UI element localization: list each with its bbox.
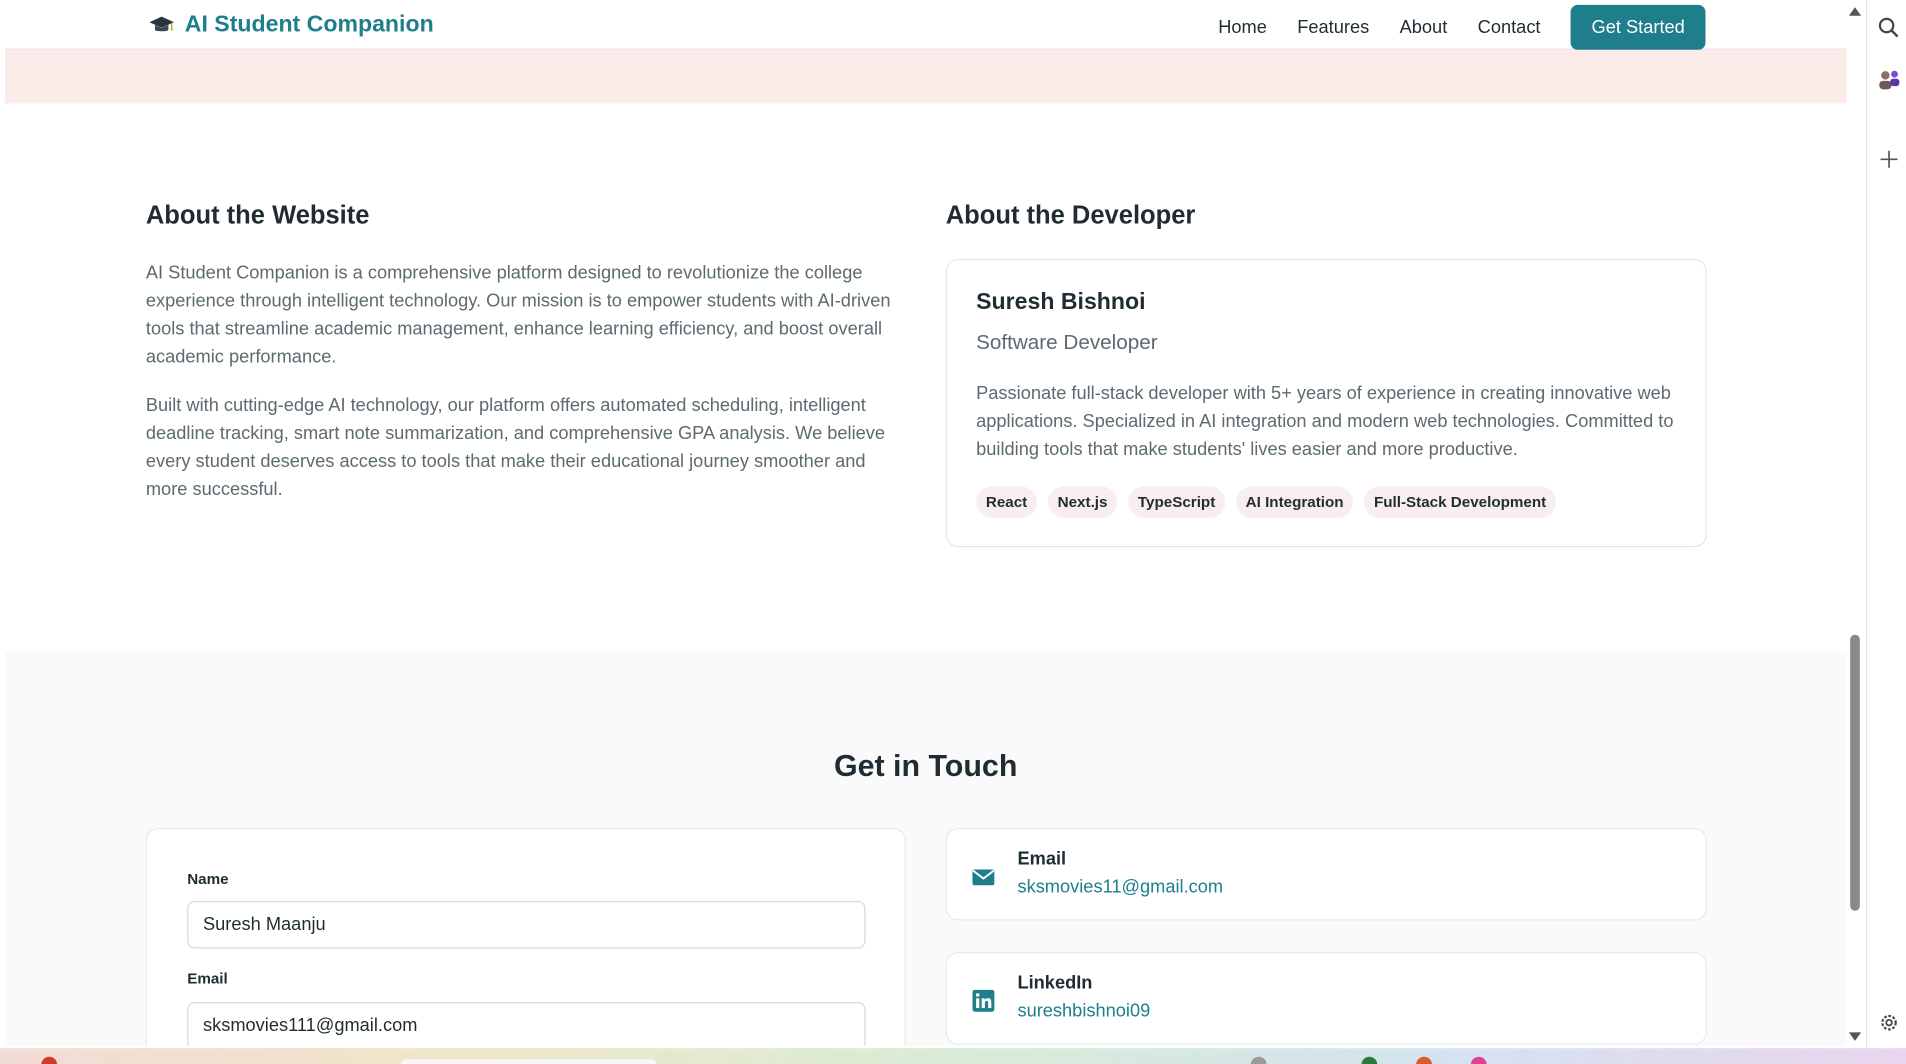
developer-role: Software Developer <box>976 330 1158 354</box>
browser-side-panel <box>1865 0 1906 1049</box>
email-contact-title: Email <box>1017 848 1067 870</box>
taskbar-search-box[interactable] <box>401 1059 657 1064</box>
email-contact-card: Email sksmovies11@gmail.com <box>945 828 1707 921</box>
nav-home[interactable]: Home <box>1218 16 1267 37</box>
skill-tag: Next.js <box>1047 486 1118 519</box>
os-taskbar <box>0 1048 1906 1064</box>
scroll-down-arrow-icon[interactable] <box>1848 1032 1862 1041</box>
page-scrollbar[interactable] <box>1846 3 1865 1046</box>
name-label: Name <box>187 870 229 888</box>
hero-bottom-band <box>4 49 1847 104</box>
search-icon[interactable] <box>1877 16 1901 40</box>
about-developer-title: About the Developer <box>945 201 1196 230</box>
linkedin-contact-title: LinkedIn <box>1017 972 1093 994</box>
web-page: AI Student Companion Home Features About… <box>4 3 1847 1046</box>
taskbar-app-icon[interactable] <box>1250 1056 1267 1064</box>
skill-tag: Full-Stack Development <box>1364 486 1556 519</box>
nav-about[interactable]: About <box>1400 16 1448 37</box>
contact-form: Name Email <box>145 828 906 1046</box>
nav-contact[interactable]: Contact <box>1478 16 1541 37</box>
taskbar-app-icon[interactable] <box>1416 1056 1432 1064</box>
skill-tag: React <box>976 486 1037 519</box>
plus-icon[interactable] <box>1877 147 1901 171</box>
about-website-title: About the Website <box>145 201 370 230</box>
nav-features[interactable]: Features <box>1297 16 1369 37</box>
contact-section: Get in Touch Name Email Email sksmovies1… <box>4 651 1847 1046</box>
email-label: Email <box>187 970 228 988</box>
about-website-paragraph: AI Student Companion is a comprehensive … <box>145 262 891 368</box>
graduation-cap-icon <box>149 16 174 32</box>
linkedin-contact-card: LinkedIn sureshbishnoi09 <box>945 952 1707 1045</box>
brand-logo[interactable]: AI Student Companion <box>148 12 434 39</box>
linkedin-contact-link[interactable]: sureshbishnoi09 <box>1017 1001 1150 1022</box>
about-website-paragraph: Built with cutting-edge AI technology, o… <box>145 395 886 500</box>
scrollbar-thumb[interactable] <box>1850 634 1860 911</box>
name-field[interactable] <box>187 901 866 949</box>
skill-tag: AI Integration <box>1235 486 1354 519</box>
about-website-section: About the Website AI Student Companion i… <box>146 202 912 504</box>
taskbar-app-icon[interactable] <box>1470 1056 1487 1064</box>
gear-icon[interactable] <box>1877 1010 1901 1034</box>
skill-tags: React Next.js TypeScript AI Integration … <box>976 486 1676 519</box>
navbar: AI Student Companion Home Features About… <box>4 3 1847 50</box>
get-started-button[interactable]: Get Started <box>1570 4 1706 50</box>
people-icon[interactable] <box>1877 68 1901 92</box>
nav-links: Home Features About Contact Get Started <box>1218 4 1706 50</box>
developer-bio: Passionate full-stack developer with 5+ … <box>976 383 1674 460</box>
envelope-icon <box>972 869 995 886</box>
taskbar-app-icon[interactable] <box>41 1056 58 1064</box>
taskbar-app-icon[interactable] <box>1361 1056 1378 1064</box>
developer-name: Suresh Bishnoi <box>976 289 1146 315</box>
developer-card: Suresh Bishnoi Software Developer Passio… <box>945 259 1707 548</box>
email-contact-link[interactable]: sksmovies11@gmail.com <box>1017 877 1223 898</box>
linkedin-icon <box>972 989 995 1012</box>
about-developer-section: About the Developer Suresh Bishnoi Softw… <box>945 201 1707 548</box>
contact-title: Get in Touch <box>833 749 1018 784</box>
scroll-up-arrow-icon[interactable] <box>1848 7 1862 16</box>
email-field[interactable] <box>187 1001 866 1046</box>
skill-tag: TypeScript <box>1128 486 1225 519</box>
brand-name: AI Student Companion <box>184 12 434 38</box>
